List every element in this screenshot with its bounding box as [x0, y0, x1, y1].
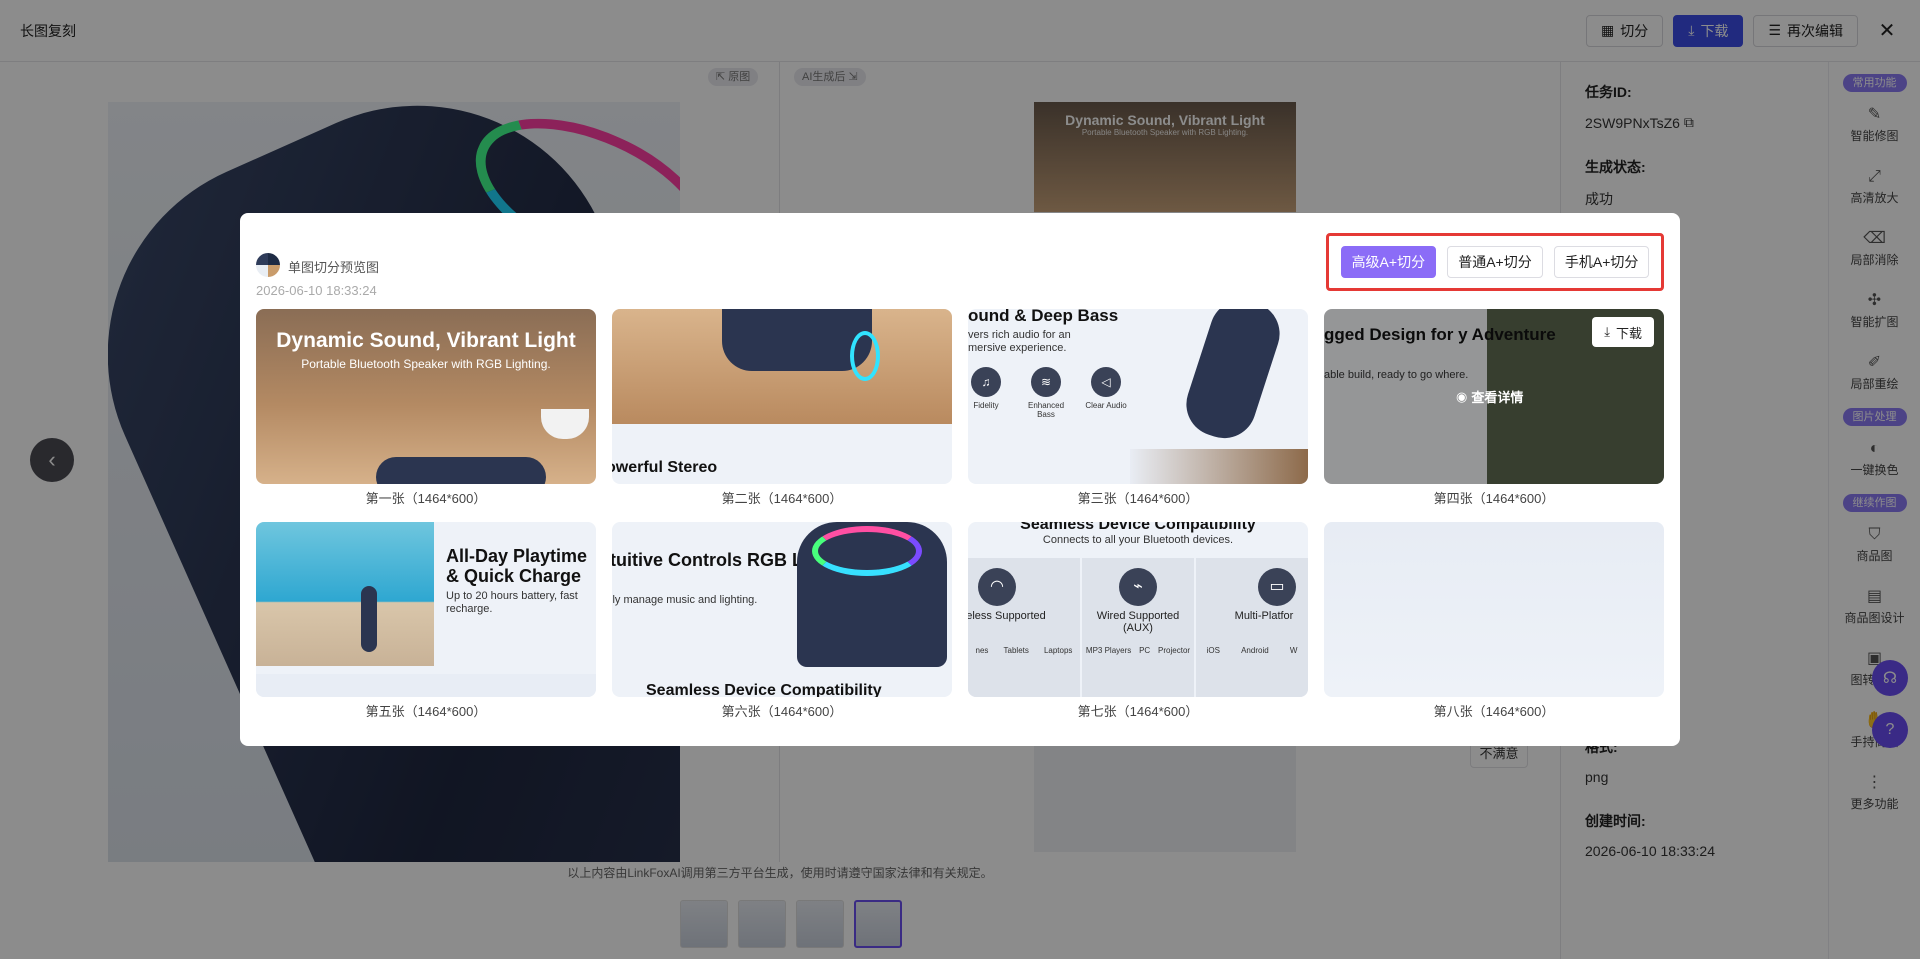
slice3-sub: vers rich audio for an mersive experienc…	[968, 329, 1071, 354]
slice-item: gged Design for y Adventure able build, …	[1324, 309, 1664, 508]
slice-card-7[interactable]: Seamless Device Compatibility Connects t…	[968, 522, 1308, 697]
feature-bass-label: Enhanced Bass	[1027, 401, 1065, 419]
mode-selector: 高级A+切分 普通A+切分 手机A+切分	[1326, 233, 1664, 291]
pool-photo	[256, 522, 434, 666]
rgb-ring	[812, 526, 922, 576]
device-list: nes Tablets Laptops	[968, 646, 1080, 655]
slice7-title: Seamless Device Compatibility	[1020, 522, 1256, 533]
slice3-title: ound & Deep Bass	[968, 309, 1119, 325]
aux-icon: ⌁	[1119, 568, 1157, 606]
slice-card-4[interactable]: gged Design for y Adventure able build, …	[1324, 309, 1664, 484]
cup-illustration	[541, 409, 589, 439]
slice-caption: 第一张（1464*600）	[365, 491, 487, 506]
slice-item: owerful Stereo 第二张（1464*600）	[612, 309, 952, 508]
device-list: iOS Android W	[1196, 646, 1308, 655]
device-label: Laptops	[1043, 646, 1073, 655]
slice-grid: Dynamic Sound, Vibrant Light Portable Bl…	[256, 309, 1664, 721]
modal-date: 2026-06-10 18:33:24	[256, 283, 377, 298]
slice-card-5[interactable]: All-Day Playtime & Quick Charge Up to 20…	[256, 522, 596, 697]
slice6-bottom-title: Seamless Device Compatibility	[646, 682, 882, 697]
view-detail-label: 查看详情	[1471, 390, 1524, 405]
device-label: nes	[975, 646, 989, 655]
device-label: W	[1289, 646, 1298, 655]
feature-fidelity: ♫ Fidelity	[968, 367, 1008, 419]
slice-download-label: 下载	[1615, 325, 1642, 341]
slice2-title: owerful Stereo	[612, 459, 718, 476]
rgb-ring	[850, 331, 880, 381]
compat-label: eless Supported	[968, 610, 1046, 622]
speaker-icon: ◁	[1091, 367, 1121, 397]
mode-advanced-button[interactable]: 高级A+切分	[1340, 246, 1437, 278]
slice-caption: 第七张（1464*600）	[1077, 704, 1199, 719]
feature-fidelity-label: Fidelity	[973, 401, 999, 410]
device-label: Android	[1241, 646, 1269, 655]
slice-item: ound & Deep Bass vers rich audio for an …	[968, 309, 1308, 508]
view-detail-button[interactable]: ◉ 查看详情	[1456, 387, 1523, 406]
outdoor-photo	[1130, 449, 1308, 484]
mode-mobile-button[interactable]: 手机A+切分	[1553, 246, 1650, 278]
slice-card-2[interactable]: owerful Stereo	[612, 309, 952, 484]
speaker-illustration	[376, 457, 546, 484]
modal-title: 单图切分预览图	[288, 260, 380, 275]
slice5-title: All-Day Playtime & Quick Charge	[446, 546, 588, 586]
device-label: PC	[1139, 646, 1151, 655]
slice-item: All-Day Playtime & Quick Charge Up to 20…	[256, 522, 596, 721]
compat-label: Multi-Platfor	[1234, 610, 1294, 622]
slice-item: 第八张（1464*600）	[1324, 522, 1664, 721]
slice5-sub: Up to 20 hours battery, fast recharge.	[446, 590, 578, 615]
speaker-illustration	[1178, 309, 1288, 447]
modal-header: 单图切分预览图 2026-06-10 18:33:24 高级A+切分 普通A+切…	[256, 233, 1664, 305]
compat-label: Wired Supported (AUX)	[1096, 610, 1180, 634]
app-root: 长图复刻 ▦ 切分 ⤓ 下载 ☰ 再次编辑 ✕ ⇱ 原图 AI生成后 ⇲ Dynami…	[0, 0, 1920, 959]
slice-card-8[interactable]	[1324, 522, 1664, 697]
slice7-sub: Connects to all your Bluetooth devices.	[1042, 534, 1234, 546]
devices-icon: ▭	[1258, 568, 1296, 606]
slice6-sub: ily manage music and lighting.	[612, 594, 758, 606]
mode-normal-button[interactable]: 普通A+切分	[1447, 246, 1543, 278]
device-label: Tablets	[1003, 646, 1029, 655]
slice1-sub: Portable Bluetooth Speaker with RGB Ligh…	[301, 357, 551, 371]
device-label: iOS	[1206, 646, 1220, 655]
split-preview-modal: 单图切分预览图 2026-06-10 18:33:24 高级A+切分 普通A+切…	[240, 213, 1680, 746]
slice-card-6[interactable]: tuitive Controls RGB Light Show ily mana…	[612, 522, 952, 697]
speaker-illustration	[361, 586, 377, 652]
slice-caption: 第四张（1464*600）	[1433, 491, 1555, 506]
feature-bass: ≋ Enhanced Bass	[1024, 367, 1068, 419]
slice-card-1[interactable]: Dynamic Sound, Vibrant Light Portable Bl…	[256, 309, 596, 484]
slice-card-3[interactable]: ound & Deep Bass vers rich audio for an …	[968, 309, 1308, 484]
feature-clear-label: Clear Audio	[1085, 401, 1127, 410]
device-label: MP3 Players	[1085, 646, 1132, 655]
device-label: Projector	[1158, 646, 1191, 655]
slice-caption: 第二张（1464*600）	[721, 491, 843, 506]
slice-caption: 第八张（1464*600）	[1433, 704, 1555, 719]
slice-caption: 第六张（1464*600）	[721, 704, 843, 719]
download-icon: ⤓	[1604, 324, 1610, 339]
slice-download-button[interactable]: ⤓ 下载	[1592, 317, 1654, 347]
feature-icons: ♫ Fidelity ≋ Enhanced Bass ◁ Clear Audio	[968, 367, 1128, 419]
avatar	[256, 253, 280, 277]
slice-caption: 第五张（1464*600）	[365, 704, 487, 719]
feature-clear: ◁ Clear Audio	[1084, 367, 1128, 419]
slice-caption: 第三张（1464*600）	[1077, 491, 1199, 506]
slice-item: tuitive Controls RGB Light Show ily mana…	[612, 522, 952, 721]
device-list: MP3 Players PC Projector	[1082, 646, 1194, 655]
wifi-icon: ◠	[978, 568, 1016, 606]
slice1-title: Dynamic Sound, Vibrant Light	[276, 329, 576, 352]
waveform-icon: ≋	[1031, 367, 1061, 397]
eye-icon: ◉	[1456, 388, 1468, 404]
slice5-bottom	[256, 674, 596, 697]
slice-item: Seamless Device Compatibility Connects t…	[968, 522, 1308, 721]
music-icon: ♫	[971, 367, 1001, 397]
slice-item: Dynamic Sound, Vibrant Light Portable Bl…	[256, 309, 596, 508]
